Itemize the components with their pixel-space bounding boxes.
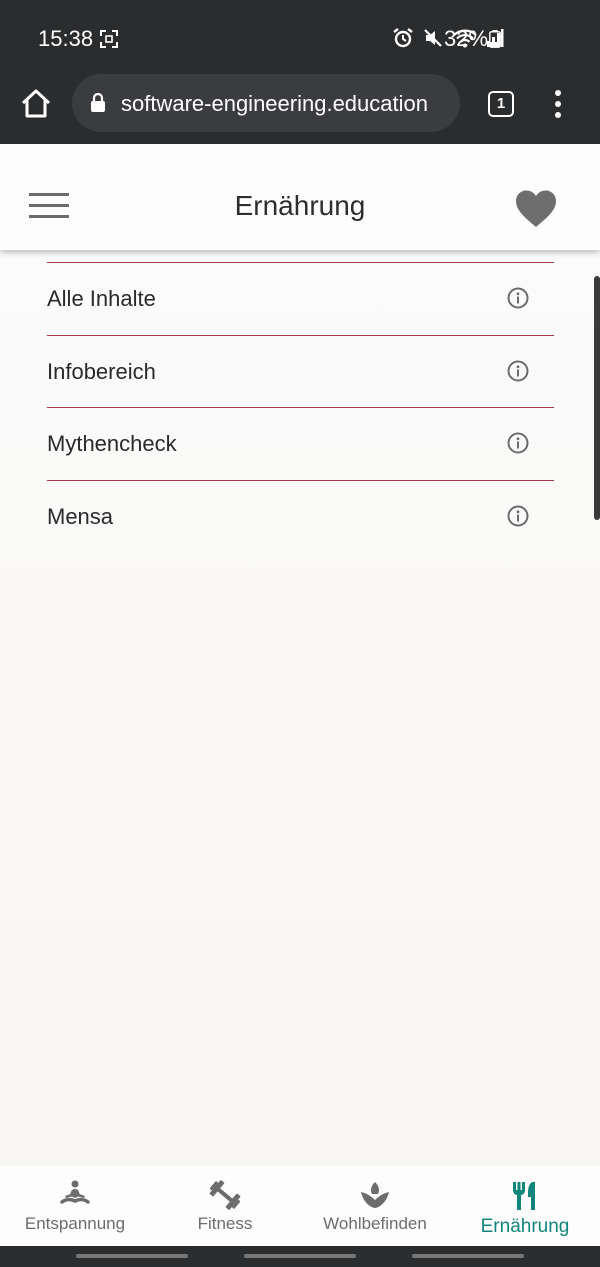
home-icon[interactable]: [18, 86, 54, 122]
list-item-label: Mensa: [47, 503, 114, 529]
alarm-icon: [393, 28, 413, 48]
list-item[interactable]: Alle Inhalte: [47, 263, 554, 336]
battery-percentage: 32%: [444, 26, 489, 51]
scrollbar[interactable]: [594, 276, 600, 520]
nav-item-entspannung[interactable]: Entspannung: [0, 1166, 150, 1246]
meditation-icon: [60, 1180, 90, 1204]
tab-switcher-button[interactable]: 1: [488, 91, 514, 117]
info-icon[interactable]: [507, 360, 529, 382]
category-list: Alle Inhalte Infobereich Mythencheck Men…: [47, 262, 554, 553]
app-header: Ernährung: [0, 144, 600, 250]
dumbbell-icon: [209, 1180, 241, 1210]
list-item[interactable]: Infobereich: [47, 336, 554, 408]
page-title: Ernährung: [234, 190, 366, 221]
status-time: 15:38: [38, 26, 94, 51]
more-options-icon[interactable]: [548, 88, 568, 120]
url-text: software-engineering.education: [121, 91, 428, 116]
address-bar[interactable]: software-engineering.education: [72, 74, 460, 132]
gesture-handle[interactable]: [76, 1254, 188, 1258]
lotus-icon: [361, 1182, 389, 1208]
gesture-handle[interactable]: [412, 1254, 524, 1258]
list-item[interactable]: Mythencheck: [47, 408, 554, 481]
screenshot-icon: [100, 30, 118, 48]
nav-label: Fitness: [197, 1214, 253, 1233]
mute-icon: [424, 29, 442, 47]
list-item-label: Mythencheck: [47, 431, 177, 456]
lock-icon: [91, 93, 105, 112]
list-item[interactable]: Mensa: [47, 481, 554, 554]
nav-label: Entspannung: [24, 1214, 126, 1233]
bottom-navigation: Entspannung Fitness Wohlbefinden Ernähru…: [0, 1166, 600, 1246]
list-item-label: Alle Inhalte: [47, 286, 156, 311]
heart-icon[interactable]: [514, 189, 558, 229]
battery-icon: [489, 30, 501, 48]
nav-label: Ernährung: [480, 1216, 570, 1237]
list-item-label: Infobereich: [47, 358, 156, 384]
info-icon[interactable]: [507, 432, 529, 454]
nav-item-wohlbefinden[interactable]: Wohlbefinden: [300, 1166, 450, 1246]
nav-label: Wohlbefinden: [323, 1214, 427, 1233]
content-area: Alle Inhalte Infobereich Mythencheck Men…: [0, 250, 600, 1166]
browser-toolbar: software-engineering.education 1: [0, 64, 600, 144]
info-icon[interactable]: [507, 287, 529, 309]
system-gesture-bar: [0, 1246, 600, 1267]
gesture-handle[interactable]: [244, 1254, 356, 1258]
nav-item-ernaehrung[interactable]: Ernährung: [450, 1166, 600, 1246]
info-icon[interactable]: [507, 505, 529, 527]
nav-item-fitness[interactable]: Fitness: [150, 1166, 300, 1246]
hamburger-menu-icon[interactable]: [29, 193, 69, 219]
fork-knife-icon: [513, 1182, 535, 1210]
